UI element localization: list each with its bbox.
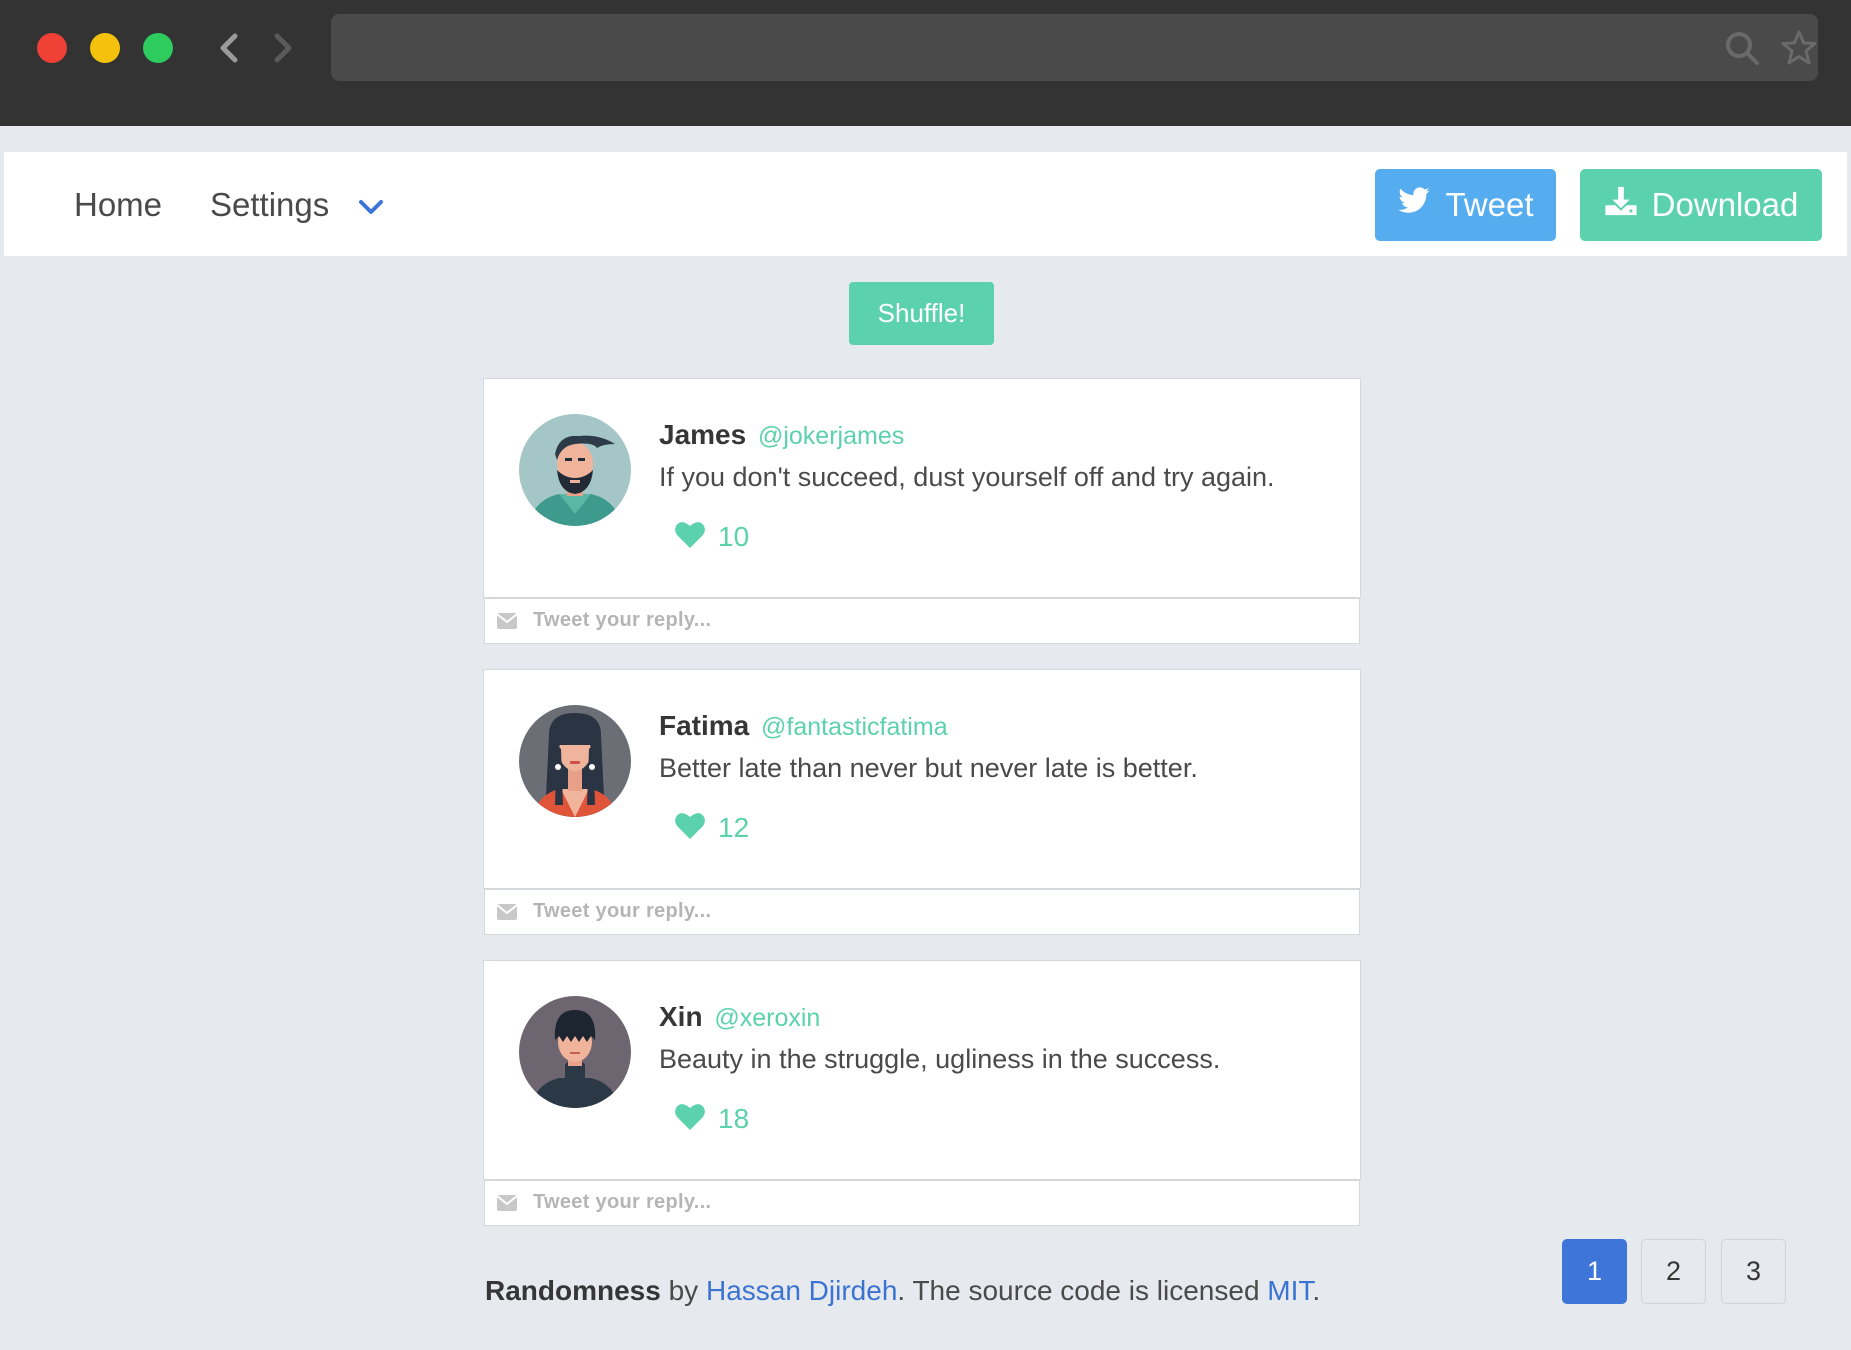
pagination-page-1[interactable]: 1	[1562, 1239, 1627, 1304]
chevron-left-icon[interactable]	[210, 28, 250, 68]
reply-input[interactable]: Tweet your reply...	[484, 1180, 1360, 1226]
tweet-text: Beauty in the struggle, ugliness in the …	[659, 1044, 1221, 1074]
footer-by-text: by	[660, 1275, 706, 1306]
avatar	[519, 414, 631, 526]
download-button-label: Download	[1651, 186, 1799, 223]
tweet-author-handle[interactable]: @jokerjames	[758, 422, 904, 450]
footer: Randomness by Hassan Djirdeh. The source…	[485, 1275, 1320, 1307]
like-count: 12	[718, 811, 750, 843]
nav-settings-dropdown[interactable]: Settings	[210, 186, 329, 224]
reply-input[interactable]: Tweet your reply...	[484, 889, 1360, 935]
chevron-down-icon[interactable]	[356, 192, 386, 222]
tweet-button-label: Tweet	[1445, 186, 1534, 223]
tweet-header: Xin @xeroxin	[659, 1001, 820, 1034]
tweet-header: James @jokerjames	[659, 419, 904, 452]
tweet-author-name: Xin	[659, 1001, 703, 1032]
like-count: 10	[718, 520, 750, 552]
download-button[interactable]: Download	[1580, 169, 1822, 241]
address-bar[interactable]	[331, 14, 1818, 81]
heart-icon	[674, 519, 706, 554]
search-icon[interactable]	[1723, 29, 1761, 67]
close-window-button[interactable]	[37, 33, 67, 63]
tweet-author-name: Fatima	[659, 710, 750, 741]
avatar	[519, 705, 631, 817]
heart-icon	[674, 810, 706, 845]
reply-placeholder: Tweet your reply...	[533, 900, 712, 922]
tweet-author-handle[interactable]: @fantasticfatima	[761, 713, 948, 741]
tweet-text: Better late than never but never late is…	[659, 753, 1198, 783]
tweet-card: Xin @xeroxin Beauty in the struggle, ugl…	[483, 960, 1361, 1180]
browser-chrome	[0, 0, 1851, 126]
tweet-button[interactable]: Tweet	[1375, 169, 1556, 241]
avatar	[519, 996, 631, 1108]
download-icon	[1604, 184, 1638, 226]
reply-placeholder: Tweet your reply...	[533, 609, 712, 631]
footer-end-text: .	[1312, 1275, 1321, 1306]
top-navbar: Home Settings Tweet Download	[4, 152, 1847, 256]
tweet-author-name: James	[659, 419, 747, 450]
footer-license-text: . The source code is licensed	[897, 1275, 1268, 1306]
chevron-right-icon[interactable]	[262, 28, 302, 68]
tweet-card: James @jokerjames If you don't succeed, …	[483, 378, 1361, 598]
twitter-bird-icon	[1397, 184, 1431, 226]
heart-icon	[674, 1101, 706, 1136]
like-button[interactable]: 12	[674, 810, 749, 845]
footer-author-link[interactable]: Hassan Djirdeh	[706, 1275, 897, 1306]
footer-project-name: Randomness	[485, 1275, 661, 1306]
minimize-window-button[interactable]	[90, 33, 120, 63]
like-count: 18	[718, 1102, 750, 1134]
reply-placeholder: Tweet your reply...	[533, 1191, 712, 1213]
footer-license-link[interactable]: MIT	[1267, 1275, 1312, 1306]
shuffle-button[interactable]: Shuffle!	[849, 282, 994, 345]
star-icon[interactable]	[1780, 29, 1818, 67]
tweet-author-handle[interactable]: @xeroxin	[714, 1004, 820, 1032]
nav-home-link[interactable]: Home	[74, 186, 162, 224]
tweet-text: If you don't succeed, dust yourself off …	[659, 462, 1275, 492]
maximize-window-button[interactable]	[143, 33, 173, 63]
tweet-card: Fatima @fantasticfatima Better late than…	[483, 669, 1361, 889]
like-button[interactable]: 18	[674, 1101, 749, 1136]
pagination-page-2[interactable]: 2	[1641, 1239, 1706, 1304]
reply-input[interactable]: Tweet your reply...	[484, 598, 1360, 644]
tweet-header: Fatima @fantasticfatima	[659, 710, 948, 743]
like-button[interactable]: 10	[674, 519, 749, 554]
pagination-page-3[interactable]: 3	[1721, 1239, 1786, 1304]
